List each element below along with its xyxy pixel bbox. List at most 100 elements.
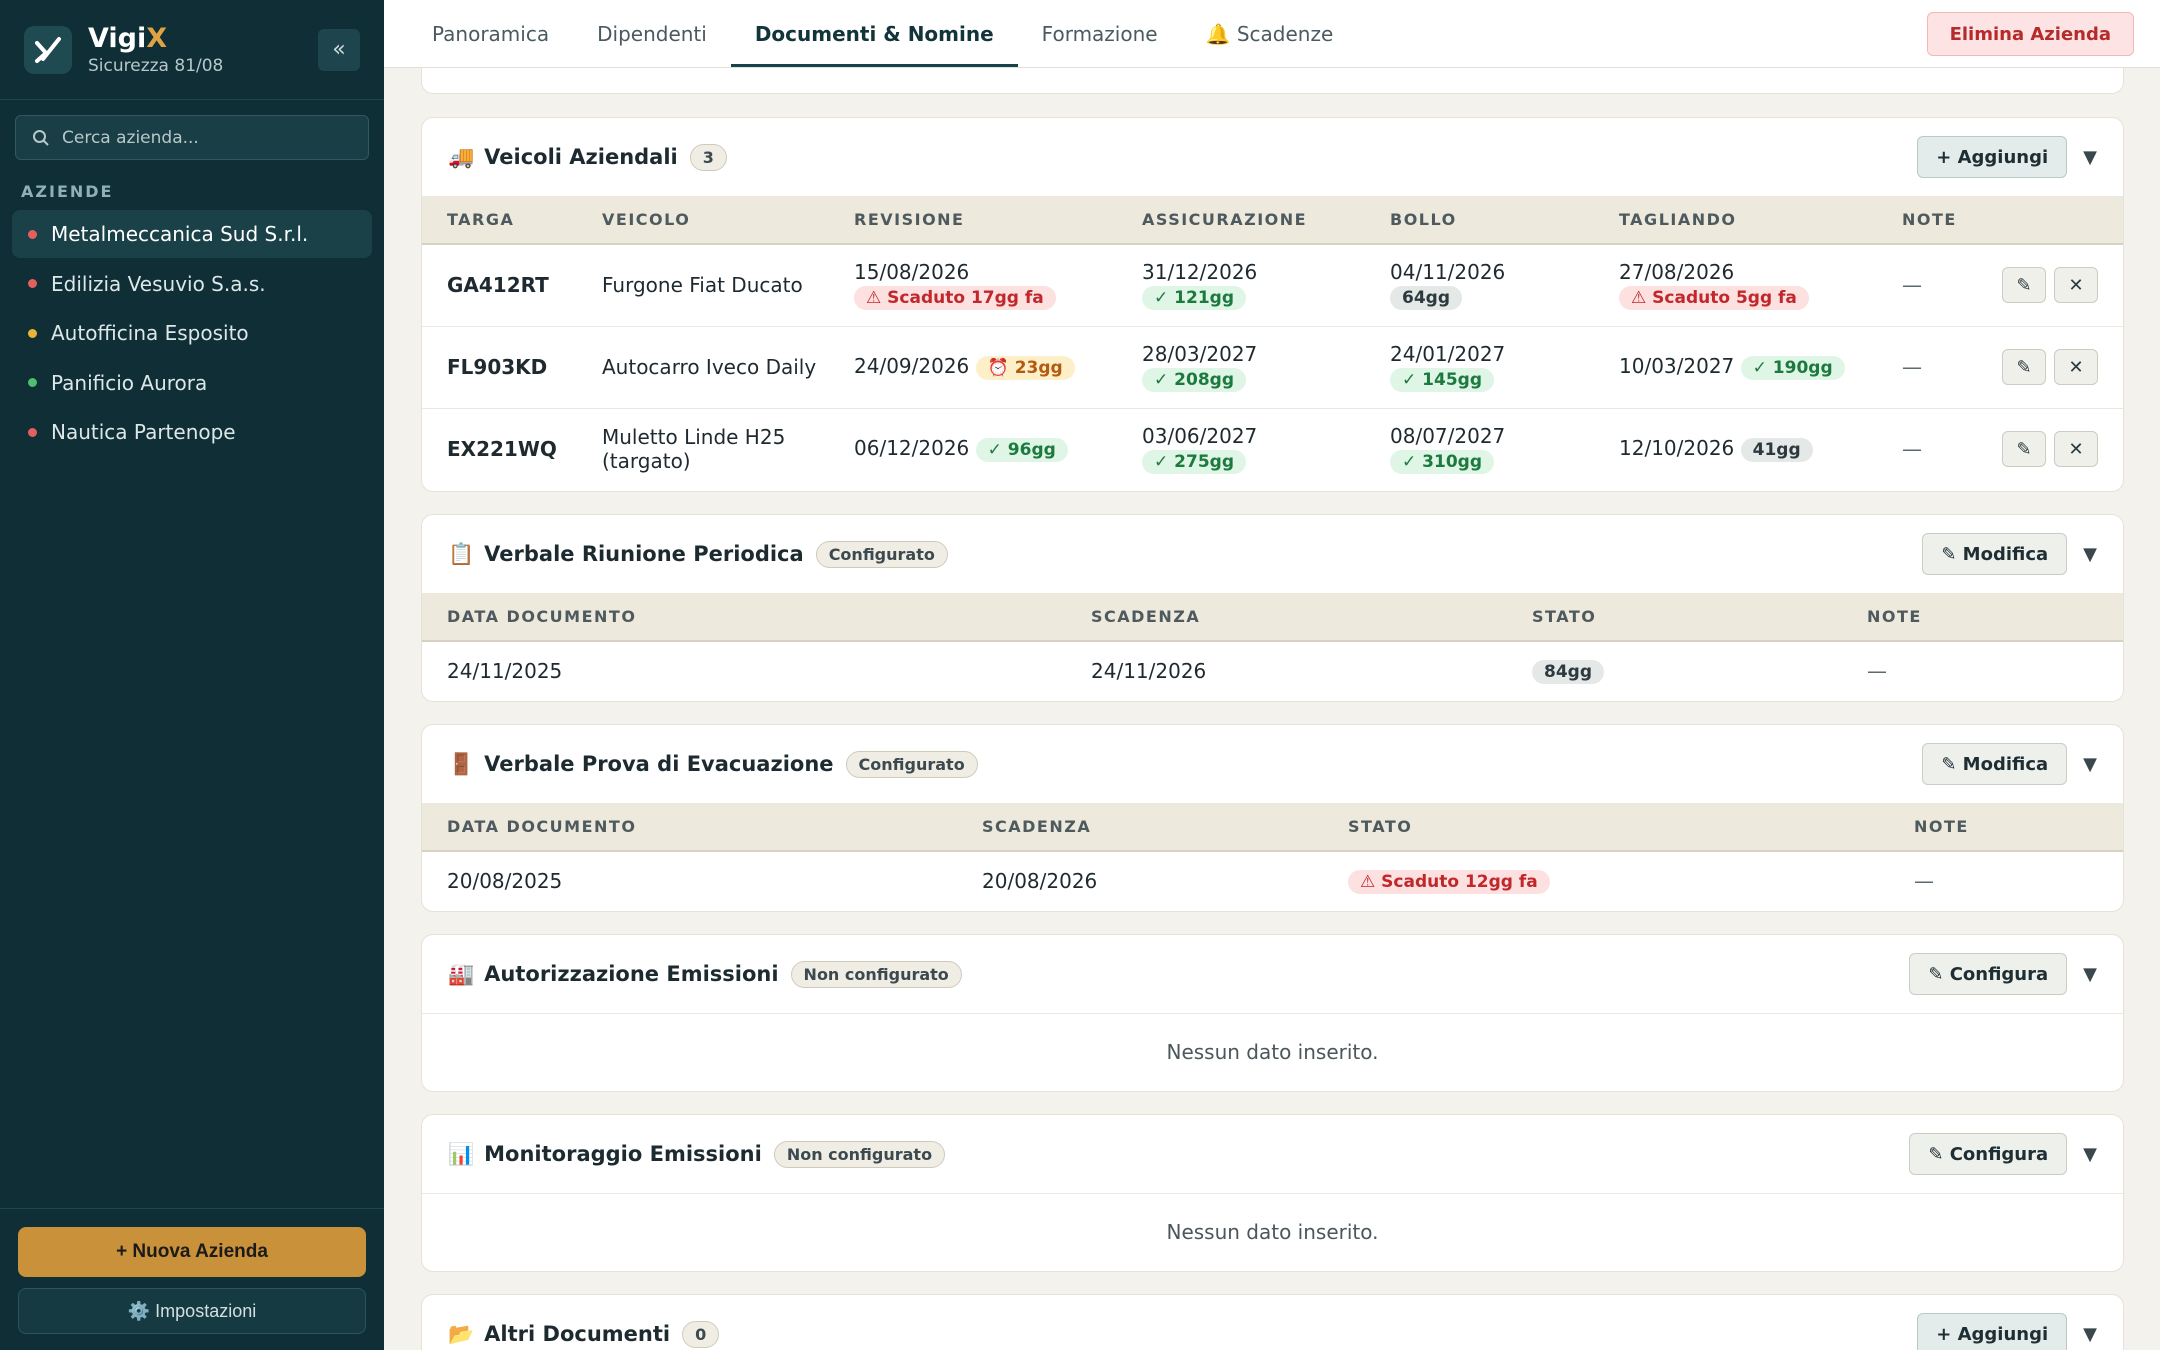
plate-cell: FL903KD xyxy=(422,326,577,409)
status-dot-icon xyxy=(28,328,37,338)
column-header: ASSICURAZIONE xyxy=(1117,196,1365,245)
vehicles-card: 🚚 Veicoli Aziendali 3 + Aggiungi ▼ TARGA… xyxy=(421,117,2124,492)
chevron-down-icon[interactable]: ▼ xyxy=(2083,147,2097,168)
settings-button[interactable]: ⚙️ Impostazioni xyxy=(18,1288,366,1334)
config-status-badge: Configurato xyxy=(845,750,978,778)
delete-company-button[interactable]: Elimina Azienda xyxy=(1926,12,2134,56)
company-item[interactable]: Panificio Aurora xyxy=(12,359,372,407)
status-badge: ⏰ 23gg xyxy=(975,356,1075,380)
vehicle-cell: Muletto Linde H25 (targato) xyxy=(602,425,786,474)
company-item[interactable]: Metalmeccanica Sud S.r.l. xyxy=(12,210,372,258)
close-icon[interactable]: ✕ xyxy=(2054,349,2098,385)
column-header: STATO xyxy=(1323,803,1889,852)
tab-employees[interactable]: Dipendenti xyxy=(573,0,731,67)
status-badge: 41gg xyxy=(1740,438,1813,463)
evacuation-report-card: 🚪 Verbale Prova di Evacuazione Configura… xyxy=(421,724,2124,912)
document-date-cell: 20/08/2025 xyxy=(447,868,563,893)
expiry-cell: 20/08/2026 xyxy=(982,868,1098,893)
insurance-cell: 31/12/2026 ✓ 121gg xyxy=(1117,244,1365,327)
search-input[interactable] xyxy=(62,127,362,148)
column-header: DATA DOCUMENTO xyxy=(422,593,1066,642)
vehicle-cell: Autocarro Iveco Daily xyxy=(577,326,829,409)
config-status-badge: Non configurato xyxy=(790,960,962,988)
revision-cell: 06/12/2026 ✓ 96gg xyxy=(829,408,1117,490)
sidebar: VigiX Sicurezza 81/08 « AZIENDE Metalmec… xyxy=(0,0,384,1350)
app-logo-icon xyxy=(24,25,72,74)
search-icon xyxy=(33,129,49,146)
company-label: Autofficina Esposito xyxy=(51,321,249,345)
meeting-report-card: 📋 Verbale Riunione Periodica Configurato… xyxy=(421,514,2124,702)
other-documents-card: 📂 Altri Documenti 0 + Aggiungi ▼ xyxy=(421,1294,2124,1350)
column-header: SCADENZA xyxy=(1066,593,1507,642)
edit-icon[interactable]: ✎ xyxy=(2002,349,2046,385)
tab-documents[interactable]: Documenti & Nomine xyxy=(730,0,1018,67)
status-badge: ✓ 275gg xyxy=(1142,450,1246,475)
bar-chart-icon: 📊 xyxy=(448,1141,475,1166)
status-dot-icon xyxy=(28,229,37,239)
emissions-authorization-title: 🏭 Autorizzazione Emissioni Non configura… xyxy=(448,960,962,988)
search-box[interactable] xyxy=(15,115,369,160)
status-badge: ✓ 121gg xyxy=(1142,286,1246,311)
status-badge: ✓ 96gg xyxy=(975,438,1068,463)
tab-deadlines[interactable]: 🔔 Scadenze xyxy=(1182,0,1358,67)
emissions-monitoring-title: 📊 Monitoraggio Emissioni Non configurato xyxy=(448,1140,946,1168)
status-cell: ⚠ Scaduto 12gg fa xyxy=(1323,851,1889,909)
company-label: Metalmeccanica Sud S.r.l. xyxy=(51,222,309,246)
count-badge: 0 xyxy=(682,1320,720,1348)
status-badge: ✓ 190gg xyxy=(1740,356,1845,380)
insurance-cell: 03/06/2027 ✓ 275gg xyxy=(1142,424,1258,475)
edit-icon[interactable]: ✎ xyxy=(2002,267,2046,304)
config-status-badge: Non configurato xyxy=(773,1140,946,1168)
revision-cell: 15/08/2026 ⚠ Scaduto 17gg fa xyxy=(829,244,1117,327)
factory-icon: 🏭 xyxy=(448,961,475,986)
tab-training[interactable]: Formazione xyxy=(1018,0,1182,67)
company-item[interactable]: Autofficina Esposito xyxy=(12,309,372,357)
edit-button[interactable]: ✎ Modifica xyxy=(1922,743,2068,785)
company-item[interactable]: Edilizia Vesuvio S.a.s. xyxy=(12,260,372,308)
configure-button[interactable]: ✎ Configura xyxy=(1909,1133,2068,1175)
chevron-down-icon[interactable]: ▼ xyxy=(2083,544,2097,565)
close-icon[interactable]: ✕ xyxy=(2054,431,2098,468)
edit-button[interactable]: ✎ Modifica xyxy=(1922,533,2068,575)
column-header: TARGA xyxy=(422,196,577,245)
folder-icon: 📂 xyxy=(448,1321,475,1346)
divider xyxy=(0,1208,384,1209)
company-label: Edilizia Vesuvio S.a.s. xyxy=(51,271,266,296)
note-cell: — xyxy=(1914,868,1934,893)
add-document-button[interactable]: + Aggiungi xyxy=(1917,1313,2068,1350)
insurance-cell: 28/03/2027 ✓ 208gg xyxy=(1117,326,1365,409)
chevron-down-icon[interactable]: ▼ xyxy=(2083,1144,2097,1165)
plate-cell: EX221WQ xyxy=(447,437,557,462)
expiry-cell: 24/11/2026 xyxy=(1091,658,1207,683)
configure-button[interactable]: ✎ Configura xyxy=(1909,953,2068,995)
chevron-down-icon[interactable]: ▼ xyxy=(2083,1324,2097,1345)
tab-overview[interactable]: Panoramica xyxy=(408,0,573,67)
count-badge: 3 xyxy=(689,143,727,171)
main-content: 🚚 Veicoli Aziendali 3 + Aggiungi ▼ TARGA… xyxy=(384,0,2160,1350)
chevron-down-icon[interactable]: ▼ xyxy=(2083,964,2097,985)
new-company-button[interactable]: + Nuova Azienda xyxy=(18,1227,366,1277)
edit-icon[interactable]: ✎ xyxy=(2002,431,2046,468)
column-header: DATA DOCUMENTO xyxy=(422,803,957,852)
chevron-down-icon[interactable]: ▼ xyxy=(2083,754,2097,775)
note-cell: — xyxy=(1902,437,1922,462)
status-dot-icon xyxy=(28,279,37,288)
column-header: NOTE xyxy=(1842,593,2123,642)
add-vehicle-button[interactable]: + Aggiungi xyxy=(1917,136,2068,178)
close-icon[interactable]: ✕ xyxy=(2054,267,2098,304)
company-list: Metalmeccanica Sud S.r.l. Edilizia Vesuv… xyxy=(12,210,372,458)
table-row: EX221WQ Muletto Linde H25 (targato) 06/1… xyxy=(422,408,2123,490)
emissions-authorization-card: 🏭 Autorizzazione Emissioni Non configura… xyxy=(421,934,2124,1092)
table-row: FL903KD Autocarro Iveco Daily 24/09/2026… xyxy=(422,326,2123,409)
note-cell: — xyxy=(1877,244,1977,327)
meeting-report-table: DATA DOCUMENTO SCADENZA STATO NOTE 24/11… xyxy=(422,593,2123,699)
table-row: 20/08/2025 20/08/2026 ⚠ Scaduto 12gg fa … xyxy=(422,851,2123,909)
company-label: Panificio Aurora xyxy=(51,370,208,395)
company-item[interactable]: Nautica Partenope xyxy=(12,408,372,456)
truck-icon: 🚚 xyxy=(448,144,475,169)
table-row: GA412RT Furgone Fiat Ducato 15/08/2026 ⚠ … xyxy=(422,244,2123,327)
document-date-cell: 24/11/2025 xyxy=(447,658,563,683)
status-dot-icon xyxy=(28,427,37,437)
collapse-sidebar-button[interactable]: « xyxy=(318,28,360,71)
empty-state: Nessun dato inserito. xyxy=(422,1013,2123,1090)
